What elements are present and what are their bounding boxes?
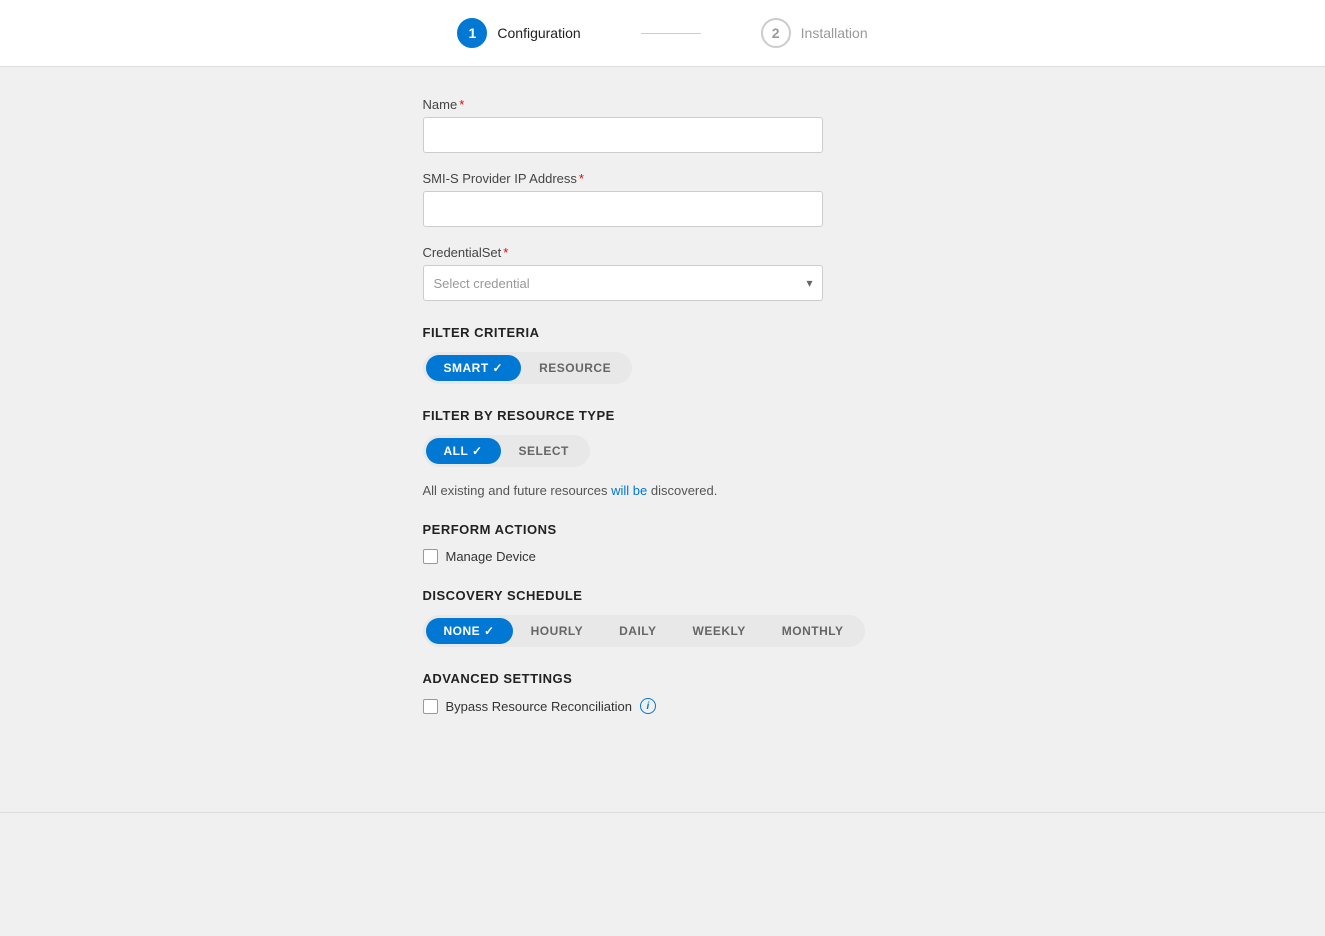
info-icon[interactable]: i (640, 698, 656, 714)
bottom-divider (0, 812, 1325, 813)
step-2-circle: 2 (761, 18, 791, 48)
credential-select[interactable]: Select credential (423, 265, 823, 301)
step-1-label: Configuration (497, 25, 580, 41)
filter-criteria-title: FILTER CRITERIA (423, 325, 903, 340)
highlight-text: will be (611, 483, 647, 498)
step-2-number: 2 (772, 25, 780, 41)
credential-select-wrapper: Select credential ▾ (423, 265, 823, 301)
advanced-settings-section: ADVANCED SETTINGS Bypass Resource Reconc… (423, 671, 903, 714)
step-1-circle: 1 (457, 18, 487, 48)
none-schedule-button[interactable]: NONE ✓ (426, 618, 513, 644)
smis-input[interactable] (423, 191, 823, 227)
step-2-label: Installation (801, 25, 868, 41)
discovery-schedule-title: DISCOVERY SCHEDULE (423, 588, 903, 603)
name-required-star: * (459, 97, 464, 112)
smis-required-star: * (579, 171, 584, 186)
name-group: Name* (423, 97, 903, 153)
filter-criteria-section: FILTER CRITERIA SMART ✓ RESOURCE (423, 325, 903, 384)
advanced-settings-title: ADVANCED SETTINGS (423, 671, 903, 686)
daily-schedule-button[interactable]: DAILY (601, 618, 674, 644)
discovery-schedule-section: DISCOVERY SCHEDULE NONE ✓ HOURLY DAILY W… (423, 588, 903, 647)
manage-device-checkbox[interactable] (423, 549, 438, 564)
step-divider (641, 33, 701, 34)
bypass-checkbox[interactable] (423, 699, 438, 714)
filter-resource-toggle-group: ALL ✓ SELECT (423, 435, 590, 467)
step-1-number: 1 (468, 25, 476, 41)
smis-group: SMI-S Provider IP Address* (423, 171, 903, 227)
wizard-step-2: 2 Installation (761, 18, 868, 48)
all-toggle-button[interactable]: ALL ✓ (426, 438, 501, 464)
filter-resource-section: FILTER BY RESOURCE TYPE ALL ✓ SELECT All… (423, 408, 903, 498)
manage-device-checkbox-group: Manage Device (423, 549, 903, 564)
smis-label: SMI-S Provider IP Address* (423, 171, 903, 186)
smart-toggle-button[interactable]: SMART ✓ (426, 355, 522, 381)
credential-group: CredentialSet* Select credential ▾ (423, 245, 903, 301)
wizard-step-1: 1 Configuration (457, 18, 580, 48)
name-input[interactable] (423, 117, 823, 153)
monthly-schedule-button[interactable]: MONTHLY (764, 618, 862, 644)
wizard-header: 1 Configuration 2 Installation (0, 0, 1325, 67)
filter-criteria-toggle-group: SMART ✓ RESOURCE (423, 352, 633, 384)
perform-actions-title: PERFORM ACTIONS (423, 522, 903, 537)
bypass-checkbox-group: Bypass Resource Reconciliation i (423, 698, 903, 714)
weekly-schedule-button[interactable]: WEEKLY (675, 618, 764, 644)
discovery-schedule-toggle-group: NONE ✓ HOURLY DAILY WEEKLY MONTHLY (423, 615, 865, 647)
name-label: Name* (423, 97, 903, 112)
resource-description: All existing and future resources will b… (423, 483, 903, 498)
filter-resource-title: FILTER BY RESOURCE TYPE (423, 408, 903, 423)
credential-label: CredentialSet* (423, 245, 903, 260)
hourly-schedule-button[interactable]: HOURLY (513, 618, 602, 644)
content-area: Name* SMI-S Provider IP Address* Credent… (403, 67, 923, 752)
select-toggle-button[interactable]: SELECT (501, 438, 587, 464)
resource-toggle-button[interactable]: RESOURCE (521, 355, 629, 381)
bypass-label: Bypass Resource Reconciliation (446, 699, 632, 714)
credential-required-star: * (503, 245, 508, 260)
manage-device-label: Manage Device (446, 549, 536, 564)
perform-actions-section: PERFORM ACTIONS Manage Device (423, 522, 903, 564)
